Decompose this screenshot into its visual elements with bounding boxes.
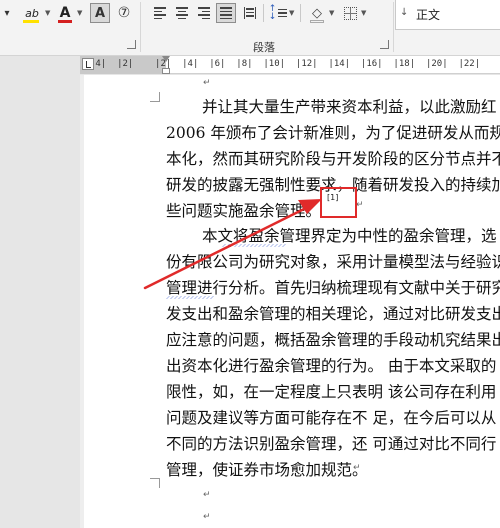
style-prefix: ↓ <box>400 7 409 18</box>
paragraph-dialog-launcher-icon[interactable] <box>380 40 389 49</box>
text-line[interactable]: 应注意的问题，概括盈余管理的手段动机究结果出 <box>166 328 500 350</box>
crop-mark <box>150 92 160 102</box>
text-line[interactable]: 管理进行分析。首先归纳梳理现有文献中关于研究 <box>166 276 500 298</box>
font-color-dropdown-icon[interactable]: ▼ <box>77 9 82 17</box>
paragraph-shading-icon[interactable]: ◇ <box>306 3 328 23</box>
text-line[interactable]: 2006 年颁布了会计新准则，为了促进研发从而规 <box>166 121 500 143</box>
text-line[interactable]: 不同的方法识别盈余管理，还 可通过对比不同行 <box>166 432 496 454</box>
borders-icon[interactable] <box>340 3 360 23</box>
text-line[interactable]: 份有限公司为研究对象，采用计量模型法与经验识 <box>166 250 500 272</box>
distributed-align-icon[interactable] <box>240 3 260 23</box>
paragraph-mark: ↵ <box>203 490 211 500</box>
highlight-icon[interactable]: ab <box>20 3 44 23</box>
text-line[interactable]: 发支出和盈余管理的相关理论，通过对比研发支出 <box>166 302 500 324</box>
spellcheck-underline <box>166 296 214 299</box>
style-normal-label: 正文 <box>416 8 441 22</box>
borders-dropdown-icon[interactable]: ▼ <box>361 9 366 17</box>
crop-mark <box>150 478 160 488</box>
divider <box>300 4 301 22</box>
shading-icon[interactable]: ▾ <box>0 3 14 23</box>
shading-dropdown-icon[interactable]: ▼ <box>329 9 334 17</box>
paragraph-mark: ↵ <box>203 512 211 522</box>
font-dialog-launcher-icon[interactable] <box>127 40 136 49</box>
spellcheck-underline <box>222 244 286 247</box>
line-spacing-dropdown-icon[interactable]: ▼ <box>289 9 294 17</box>
tab-selector-icon[interactable] <box>82 58 94 70</box>
align-center-icon[interactable] <box>172 3 192 23</box>
text-line[interactable]: 问题及建议等方面可能存在不 足，在今后可以从 <box>166 406 496 428</box>
paragraph-mark: ↵ <box>203 78 211 88</box>
left-indent-marker[interactable] <box>162 68 170 74</box>
vertical-ruler <box>80 75 84 528</box>
highlight-dropdown-icon[interactable]: ▼ <box>45 9 50 17</box>
text-line[interactable]: 限性，如，在一定程度上只表明 该公司存在利用 <box>166 380 496 402</box>
enclose-char-icon[interactable]: ⑦ <box>114 3 134 23</box>
citation-highlight-box[interactable]: [1] <box>320 187 357 218</box>
justify-icon[interactable] <box>216 3 236 23</box>
paragraph-mark: ↵ <box>356 200 364 210</box>
text-line[interactable]: 本文将盈余管理界定为中性的盈余管理，选 <box>202 224 497 246</box>
citation-marker: [1] <box>327 193 339 202</box>
paragraph-group-label: 段落 <box>253 41 275 54</box>
align-right-icon[interactable] <box>194 3 214 23</box>
divider <box>263 4 264 22</box>
font-color-icon[interactable]: A <box>55 3 75 23</box>
ruler-ticks: |4| |2| |2| |4| |6| |8| |10| |12| |14| |… <box>90 59 481 69</box>
first-line-indent-marker[interactable] <box>162 56 170 62</box>
line-spacing-icon[interactable]: ↑ ↓ <box>268 3 288 23</box>
text-line[interactable]: 些问题实施盈余管理。 <box>166 199 321 221</box>
align-left-icon[interactable] <box>150 3 170 23</box>
text-line[interactable]: 并让其大量生产带来资本利益，以此激励红 <box>202 95 497 117</box>
text-line[interactable]: 本化，然而其研究阶段与开发阶段的区分节点并不 <box>166 147 500 169</box>
text-line[interactable]: 出资本化进行盈余管理的行为。 由于本文采取的 <box>166 354 496 376</box>
text-line[interactable]: 管理，使证券市场愈加规范。 <box>166 458 368 480</box>
ribbon: ▾ ab ▼ A ▼ A ⑦ ↑ ↓ ▼ ◇ ▼ ▼ 段落 ↓ 正文 <box>0 0 500 56</box>
char-shading-icon[interactable]: A <box>90 3 110 23</box>
group-divider <box>140 2 141 52</box>
group-divider <box>393 2 394 52</box>
horizontal-ruler[interactable]: |4| |2| |2| |4| |6| |8| |10| |12| |14| |… <box>80 56 500 74</box>
style-gallery-item[interactable] <box>395 0 500 30</box>
paragraph-mark: ↵ <box>353 463 361 473</box>
